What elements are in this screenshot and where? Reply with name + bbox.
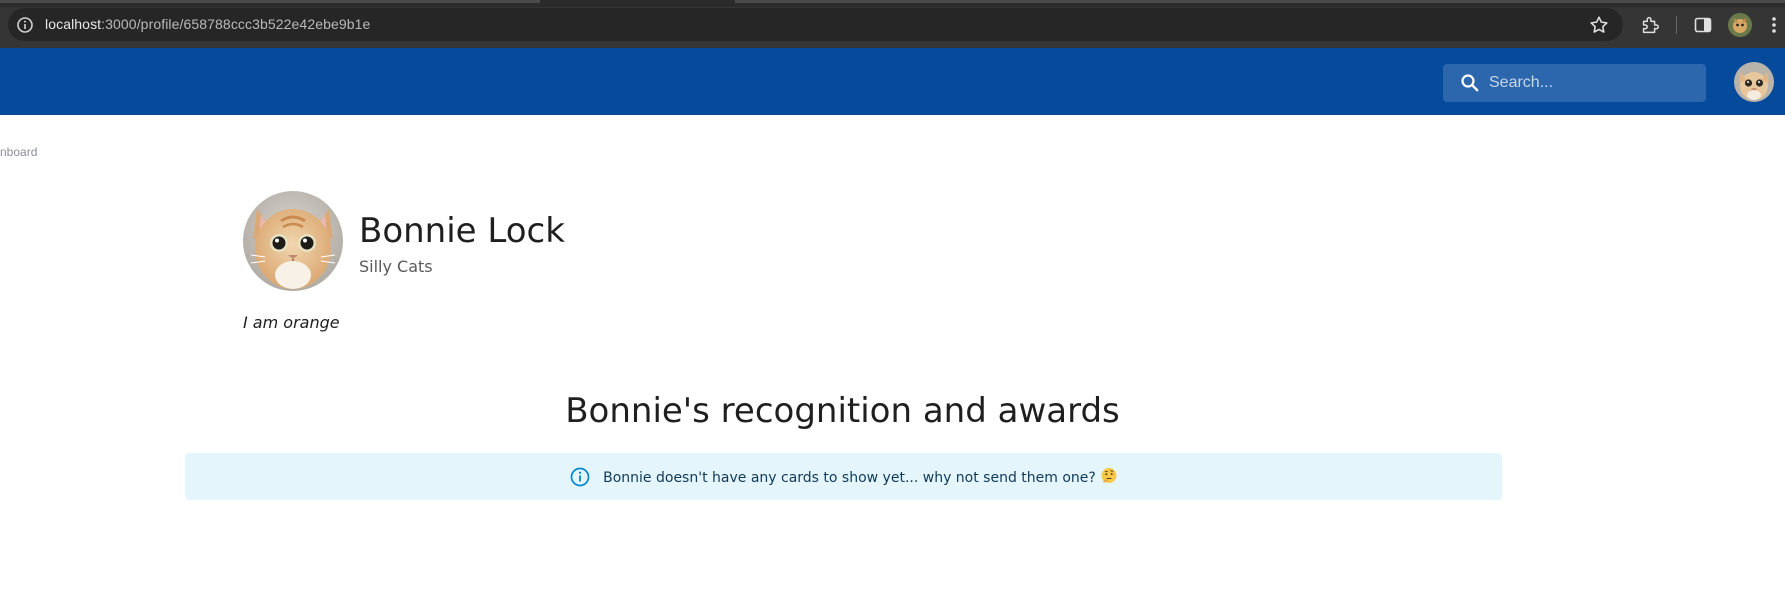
- browser-profile-avatar[interactable]: [1728, 13, 1752, 37]
- url-path: :3000/profile/658788ccc3b522e42ebe9b1e: [101, 16, 371, 32]
- empty-awards-message: Bonnie doesn't have any cards to show ye…: [603, 467, 1118, 486]
- profile-avatar: [243, 191, 343, 291]
- search-input[interactable]: [1489, 64, 1694, 102]
- search-icon: [1461, 74, 1479, 92]
- toolbar-divider: [1676, 16, 1677, 34]
- extension-icon[interactable]: [1639, 14, 1661, 36]
- cat-photo-icon: [243, 191, 343, 291]
- tab-strip-edge: [0, 0, 540, 3]
- thinking-face-icon: [1101, 468, 1117, 483]
- url-text[interactable]: localhost:3000/profile/658788ccc3b522e42…: [45, 14, 370, 34]
- profile-bio: I am orange: [243, 313, 340, 332]
- star-icon[interactable]: [1588, 14, 1610, 36]
- awards-section-title: Bonnie's recognition and awards: [565, 391, 1120, 431]
- app-header: [0, 48, 1785, 115]
- info-icon[interactable]: [16, 16, 34, 34]
- side-panel-icon[interactable]: [1693, 15, 1713, 35]
- empty-awards-text: Bonnie doesn't have any cards to show ye…: [603, 470, 1096, 486]
- tab-strip-edge: [735, 0, 1785, 3]
- cat-avatar-icon: [1734, 62, 1774, 102]
- user-avatar[interactable]: [1734, 62, 1774, 102]
- search-box[interactable]: [1443, 64, 1706, 102]
- menu-dots-icon[interactable]: [1769, 14, 1779, 36]
- back-to-dashboard-link[interactable]: nboard: [0, 145, 37, 159]
- profile-team: Silly Cats: [359, 257, 433, 276]
- profile-name: Bonnie Lock: [359, 211, 565, 251]
- empty-awards-alert: Bonnie doesn't have any cards to show ye…: [185, 453, 1502, 500]
- browser-toolbar: localhost:3000/profile/658788ccc3b522e42…: [0, 0, 1785, 48]
- profile-avatar-icon: [1728, 13, 1752, 37]
- url-host: localhost: [45, 16, 102, 32]
- info-outline-icon: [570, 467, 590, 486]
